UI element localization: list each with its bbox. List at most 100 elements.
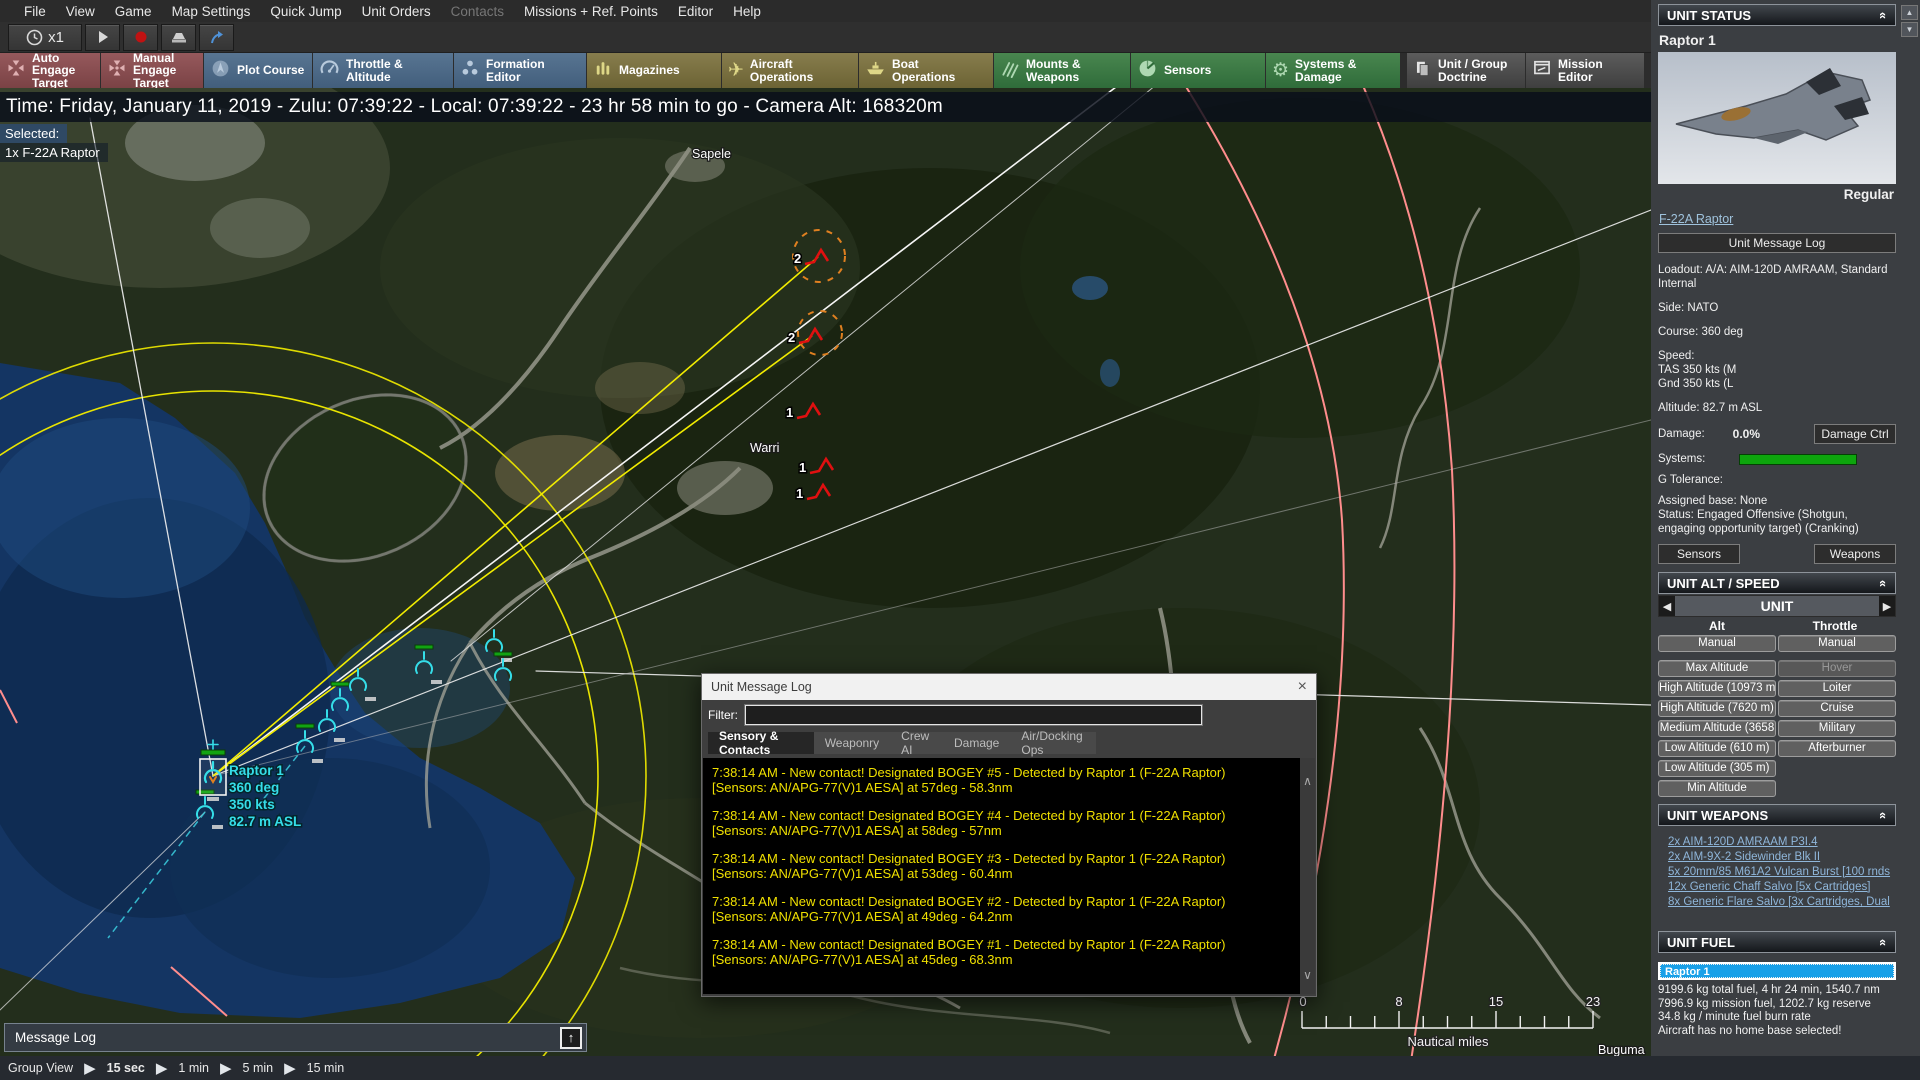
map-viewport[interactable]: 2 2 1 1 1 Raptor 1 360 deg 350 kts 82.7 … xyxy=(0,88,1651,1056)
screenshot-button[interactable] xyxy=(161,23,196,51)
tab-sensory-contacts[interactable]: Sensory & Contacts xyxy=(708,729,814,757)
svg-text:15: 15 xyxy=(1489,994,1503,1009)
speed-15-sec[interactable]: 15 sec xyxy=(107,1061,145,1075)
collapse-chevron-icon[interactable]: « xyxy=(1876,579,1891,586)
play-button[interactable] xyxy=(85,23,120,51)
speed-1-min[interactable]: 1 min xyxy=(178,1061,209,1075)
speed-5-min[interactable]: 5 min xyxy=(243,1061,274,1075)
menu-missions-ref-points[interactable]: Missions + Ref. Points xyxy=(514,4,668,19)
weapons-button[interactable]: Weapons xyxy=(1814,544,1896,564)
tab-air-docking-ops[interactable]: Air/Docking Ops xyxy=(1010,729,1096,757)
unit-sidebar: ▲ ▼ UNIT STATUS « Raptor 1 Regular F-22A… xyxy=(1651,0,1920,1056)
scroll-down-icon[interactable]: ∨ xyxy=(1300,968,1315,982)
fuel-unit-selected-row[interactable]: Raptor 1 xyxy=(1660,964,1894,978)
message-scrollbar[interactable]: ∧ ∨ xyxy=(1300,758,1315,994)
plot-course-button[interactable]: Plot Course xyxy=(204,53,312,88)
course-text: Course: 360 deg xyxy=(1658,326,1744,338)
min-altitude-button[interactable]: Min Altitude xyxy=(1658,780,1776,797)
aircraft-operations-button[interactable]: ✈ Aircraft Operations xyxy=(722,53,858,88)
sidebar-scroll-down-icon[interactable]: ▼ xyxy=(1901,22,1918,37)
collapse-chevron-icon[interactable]: « xyxy=(1876,11,1891,18)
weapon-link-chaff[interactable]: 12x Generic Chaff Salvo [5x Cartridges] xyxy=(1668,880,1896,895)
throttle-loiter-button[interactable]: Loiter xyxy=(1778,680,1896,697)
damage-ctrl-button[interactable]: Damage Ctrl xyxy=(1814,424,1896,444)
play-separator-icon: ▶ xyxy=(220,1060,232,1077)
group-view-label[interactable]: Group View xyxy=(8,1061,73,1075)
weapon-link-flare[interactable]: 8x Generic Flare Salvo [3x Cartridges, D… xyxy=(1668,895,1896,910)
unit-fuel-header[interactable]: UNIT FUEL « xyxy=(1658,931,1896,953)
menu-editor[interactable]: Editor xyxy=(668,4,723,19)
unit-group-doctrine-button[interactable]: Unit / Group Doctrine xyxy=(1407,53,1525,88)
damage-value: 0.0% xyxy=(1732,427,1761,441)
formation-editor-button[interactable]: Formation Editor xyxy=(454,53,586,88)
nav-right-icon[interactable]: ▶ xyxy=(1879,596,1895,616)
svg-text:1: 1 xyxy=(786,405,793,420)
boat-operations-button[interactable]: Boat Operations xyxy=(859,53,993,88)
throttle-hover-button: Hover xyxy=(1778,660,1896,677)
weapon-link-vulcan[interactable]: 5x 20mm/85 M61A2 Vulcan Burst [100 rnds xyxy=(1668,865,1896,880)
tab-weaponry[interactable]: Weaponry xyxy=(814,732,890,754)
throttle-cruise-button[interactable]: Cruise xyxy=(1778,700,1896,717)
menu-file[interactable]: File xyxy=(14,4,56,19)
systems-damage-button[interactable]: ⚙ Systems & Damage xyxy=(1266,53,1400,88)
svg-text:23: 23 xyxy=(1586,994,1600,1009)
altitude-text: Altitude: 82.7 m ASL xyxy=(1658,402,1763,414)
sensors-button[interactable]: Sensors xyxy=(1658,544,1740,564)
menu-map-settings[interactable]: Map Settings xyxy=(162,4,261,19)
svg-text:Raptor 1: Raptor 1 xyxy=(229,763,284,778)
throttle-afterburner-button[interactable]: Afterburner xyxy=(1778,740,1896,757)
collapse-chevron-icon[interactable]: « xyxy=(1876,938,1891,945)
magazines-icon xyxy=(593,58,613,83)
speed-15-min[interactable]: 15 min xyxy=(307,1061,345,1075)
mounts-weapons-button[interactable]: Mounts & Weapons xyxy=(994,53,1130,88)
record-button[interactable] xyxy=(123,23,158,51)
throttle-altitude-button[interactable]: Throttle & Altitude xyxy=(313,53,453,88)
low-altitude-610-button[interactable]: Low Altitude (610 m) xyxy=(1658,740,1776,757)
weapon-link-amraam[interactable]: 2x AIM-120D AMRAAM P3I.4 xyxy=(1668,835,1896,850)
message-list[interactable]: 7:38:14 AM - New contact! Designated BOG… xyxy=(703,758,1301,994)
max-altitude-button[interactable]: Max Altitude xyxy=(1658,660,1776,677)
menu-help[interactable]: Help xyxy=(723,4,771,19)
sidebar-scroll-up-icon[interactable]: ▲ xyxy=(1901,5,1918,20)
scroll-up-icon[interactable]: ∧ xyxy=(1300,774,1315,788)
time-compression-button[interactable]: x1 xyxy=(8,23,82,51)
auto-engage-target-button[interactable]: Auto Engage Target xyxy=(0,52,100,89)
unit-weapons-header[interactable]: UNIT WEAPONS « xyxy=(1658,804,1896,826)
docked-message-log-bar[interactable]: Message Log ↑ xyxy=(4,1023,587,1052)
unit-status-header[interactable]: UNIT STATUS « xyxy=(1658,4,1896,26)
menu-unit-orders[interactable]: Unit Orders xyxy=(352,4,441,19)
sensors-button-toolbar[interactable]: Sensors xyxy=(1131,53,1265,88)
jump-to-location-button[interactable] xyxy=(199,23,234,51)
side-text: Side: NATO xyxy=(1658,302,1719,314)
selected-heading: Selected: xyxy=(0,124,68,143)
alt-manual-button[interactable]: Manual xyxy=(1658,635,1776,652)
manual-engage-target-button[interactable]: Manual Engage Target xyxy=(101,52,203,89)
unit-name: Raptor 1 xyxy=(1659,32,1716,48)
menu-quick-jump[interactable]: Quick Jump xyxy=(260,4,351,19)
dialog-title: Unit Message Log xyxy=(711,680,812,694)
menu-game[interactable]: Game xyxy=(105,4,162,19)
nav-left-icon[interactable]: ◀ xyxy=(1659,596,1675,616)
close-icon[interactable]: × xyxy=(1298,679,1307,695)
expand-message-log-button[interactable]: ↑ xyxy=(560,1026,582,1049)
high-altitude-10973-button[interactable]: High Altitude (10973 m xyxy=(1658,680,1776,697)
magazines-button[interactable]: Magazines xyxy=(587,53,721,88)
toolbar: Auto Engage Target Manual Engage Target Pl… xyxy=(0,52,1651,89)
unit-alt-speed-header[interactable]: UNIT ALT / SPEED « xyxy=(1658,572,1896,594)
svg-text:1: 1 xyxy=(799,460,806,475)
high-altitude-7620-button[interactable]: High Altitude (7620 m) xyxy=(1658,700,1776,717)
low-altitude-305-button[interactable]: Low Altitude (305 m) xyxy=(1658,760,1776,777)
tab-crew-ai[interactable]: Crew AI xyxy=(890,729,943,757)
menu-view[interactable]: View xyxy=(56,4,105,19)
mission-editor-button[interactable]: Mission Editor xyxy=(1526,53,1644,88)
unit-message-log-button[interactable]: Unit Message Log xyxy=(1658,233,1896,253)
collapse-chevron-icon[interactable]: « xyxy=(1876,811,1891,818)
weapon-link-sidewinder[interactable]: 2x AIM-9X-2 Sidewinder Blk II xyxy=(1668,850,1896,865)
dialog-title-bar[interactable]: Unit Message Log × xyxy=(702,674,1316,700)
unit-type-link[interactable]: F-22A Raptor xyxy=(1659,212,1733,226)
throttle-manual-button[interactable]: Manual xyxy=(1778,635,1896,652)
filter-input[interactable] xyxy=(745,705,1202,725)
throttle-military-button[interactable]: Military xyxy=(1778,720,1896,737)
medium-altitude-button[interactable]: Medium Altitude (3658 xyxy=(1658,720,1776,737)
tab-damage[interactable]: Damage xyxy=(943,732,1010,754)
